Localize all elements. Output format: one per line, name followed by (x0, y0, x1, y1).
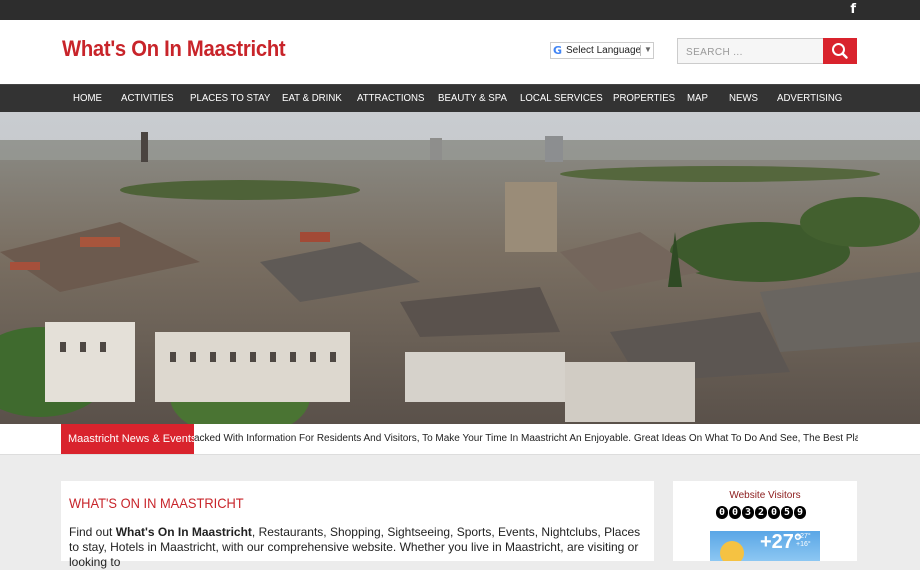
chevron-down-icon: ▼ (644, 45, 652, 54)
facebook-icon[interactable]: f (850, 1, 856, 18)
google-icon: G (553, 44, 563, 57)
weather-range: +27° +16° (796, 533, 811, 549)
counter-digit: 0 (716, 506, 728, 519)
counter-digit: 2 (755, 506, 767, 519)
nav-home[interactable]: HOME (73, 92, 102, 104)
intro-paragraph: Find out What's On In Maastricht, Restau… (69, 525, 649, 570)
nav-attractions[interactable]: ATTRACTIONS (357, 92, 424, 104)
visitor-counter: 0032059 (716, 502, 807, 519)
main-content-card: WHAT'S ON IN MAASTRICHT Find out What's … (61, 481, 654, 569)
city-skyline-illustration (0, 112, 920, 424)
search-input[interactable]: SEARCH ... (677, 38, 824, 64)
nav-activities[interactable]: ACTIVITIES (121, 92, 174, 104)
counter-digit: 3 (742, 506, 754, 519)
nav-map[interactable]: MAP (687, 92, 708, 104)
intro-prefix: Find out (69, 525, 116, 539)
language-select[interactable]: G Select Language ▼ (550, 42, 654, 59)
search-button[interactable] (823, 38, 857, 64)
visitors-title: Website Visitors (729, 490, 801, 501)
intro-bold: What's On In Maastricht (115, 525, 252, 539)
nav-beauty-spa[interactable]: BEAUTY & SPA (438, 92, 507, 104)
news-ticker: Maastricht News & Events acked With Info… (0, 424, 920, 455)
language-label: Select Language (566, 45, 642, 56)
hero-city-image (0, 112, 920, 424)
counter-digit: 0 (729, 506, 741, 519)
search-icon (832, 43, 848, 59)
counter-digit: 9 (794, 506, 806, 519)
site-title[interactable]: What's On In Maastricht (62, 36, 286, 62)
sun-icon (720, 541, 744, 561)
nav-news[interactable]: NEWS (729, 92, 758, 104)
counter-digit: 0 (768, 506, 780, 519)
nav-eat-drink[interactable]: EAT & DRINK (282, 92, 342, 104)
main-nav: HOME ACTIVITIES PLACES TO STAY EAT & DRI… (0, 84, 920, 112)
section-title: WHAT'S ON IN MAASTRICHT (69, 495, 244, 511)
nav-local-services[interactable]: LOCAL SERVICES (520, 92, 603, 104)
weather-lo: +16° (796, 541, 811, 548)
ticker-text[interactable]: acked With Information For Residents And… (194, 433, 858, 444)
weather-hi: +27° (796, 533, 811, 540)
ticker-label[interactable]: Maastricht News & Events (61, 424, 196, 454)
nav-places-to-stay[interactable]: PLACES TO STAY (190, 92, 270, 104)
weather-widget[interactable]: +27° +27° +16° (710, 531, 820, 561)
site-header: What's On In Maastricht G Select Languag… (0, 20, 920, 84)
nav-advertising[interactable]: ADVERTISING (777, 92, 842, 104)
top-bar: f (0, 0, 920, 20)
counter-digit: 5 (781, 506, 793, 519)
sidebar-widget: Website Visitors 0032059 +27° +27° +16° (673, 481, 857, 561)
nav-properties[interactable]: PROPERTIES (613, 92, 675, 104)
language-divider (640, 45, 641, 56)
